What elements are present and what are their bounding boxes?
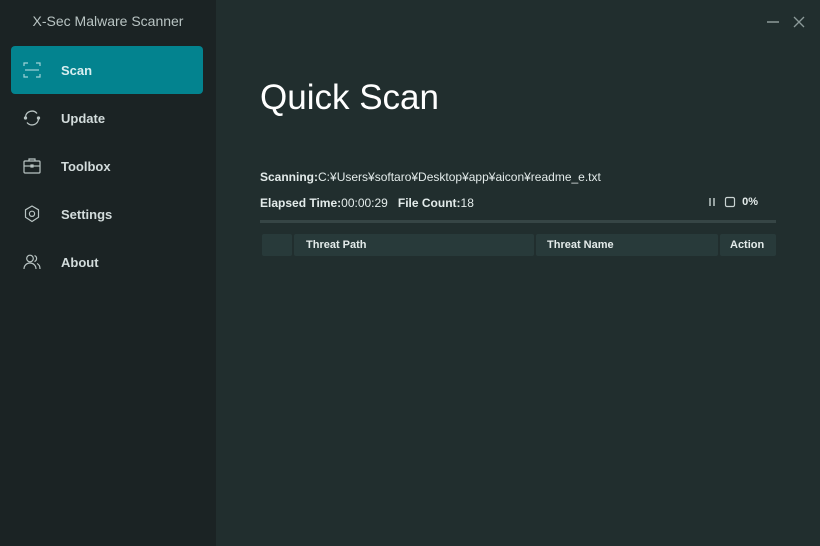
toolbox-icon: [22, 156, 42, 176]
main-content: Quick Scan Scanning:C:¥Users¥softaro¥Des…: [216, 0, 820, 546]
scan-icon: [22, 60, 42, 80]
scan-stats: Elapsed Time:00:00:29 File Count:18: [260, 196, 474, 210]
stop-button[interactable]: [724, 196, 736, 208]
sidebar-item-label: Settings: [61, 206, 113, 222]
close-button[interactable]: [792, 15, 806, 29]
app-title: X-Sec Malware Scanner: [32, 13, 184, 29]
sidebar-nav: Scan Update Toolbox Settings About: [11, 46, 203, 286]
sidebar: X-Sec Malware Scanner Scan Update Toolbo…: [0, 0, 216, 546]
window-controls: [766, 15, 806, 29]
sidebar-item-settings[interactable]: Settings: [11, 190, 203, 238]
gear-icon: [22, 204, 42, 224]
scan-progress-bar: [260, 220, 776, 223]
scanning-path: C:¥Users¥softaro¥Desktop¥app¥aicon¥readm…: [318, 170, 601, 184]
sidebar-item-update[interactable]: Update: [11, 94, 203, 142]
scan-controls: 0%: [706, 196, 758, 208]
threat-table-header: Threat Path Threat Name Action: [262, 234, 776, 256]
column-select[interactable]: [262, 234, 292, 256]
sidebar-item-label: Toolbox: [61, 158, 111, 174]
pause-icon: [709, 198, 715, 206]
column-threat-name[interactable]: Threat Name: [536, 234, 718, 256]
sidebar-item-about[interactable]: About: [11, 238, 203, 286]
sidebar-item-label: Update: [61, 110, 106, 126]
sidebar-item-label: Scan: [61, 62, 93, 78]
pause-button[interactable]: [706, 196, 718, 208]
refresh-icon: [22, 108, 42, 128]
column-action[interactable]: Action: [720, 234, 776, 256]
scanning-status: Scanning:C:¥Users¥softaro¥Desktop¥app¥ai…: [260, 170, 601, 184]
minimize-button[interactable]: [766, 15, 780, 29]
scanning-label: Scanning:: [260, 170, 319, 184]
file-count-value: 18: [460, 196, 474, 210]
page-title: Quick Scan: [260, 78, 439, 117]
elapsed-value: 00:00:29: [341, 196, 388, 210]
progress-percent: 0%: [742, 196, 758, 208]
close-icon: [793, 16, 805, 28]
sidebar-item-scan[interactable]: Scan: [11, 46, 203, 94]
stop-icon: [724, 196, 736, 208]
app-window: X-Sec Malware Scanner Scan Update Toolbo…: [0, 0, 820, 546]
minimize-icon: [767, 21, 779, 23]
users-icon: [22, 252, 42, 272]
sidebar-item-label: About: [61, 254, 99, 270]
file-count-label: File Count:: [397, 196, 461, 210]
elapsed-label: Elapsed Time:: [260, 196, 342, 210]
sidebar-item-toolbox[interactable]: Toolbox: [11, 142, 203, 190]
column-threat-path[interactable]: Threat Path: [294, 234, 534, 256]
